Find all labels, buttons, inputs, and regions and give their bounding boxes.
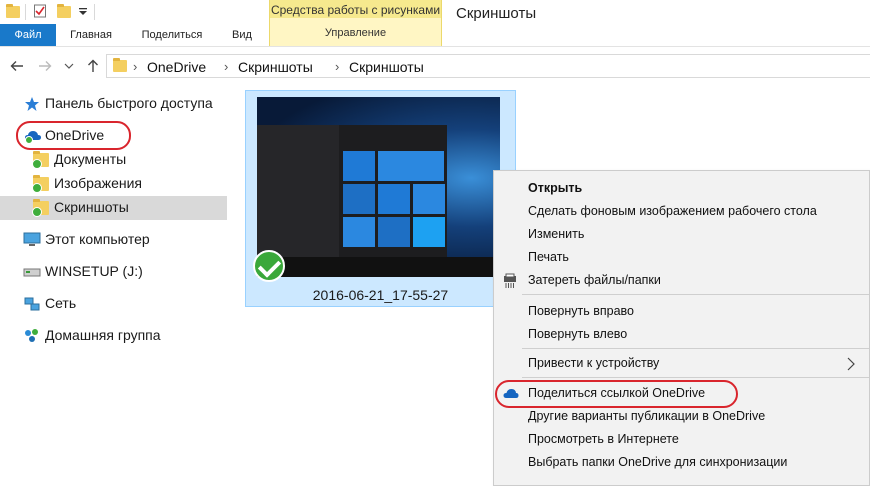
homegroup-icon xyxy=(25,329,38,342)
forward-arrow-icon[interactable] xyxy=(38,59,52,73)
nav-item-homegroup[interactable]: Домашняя группа xyxy=(0,324,230,348)
star-icon xyxy=(25,97,39,111)
breadcrumb-screenshots-1[interactable]: Скриншоты xyxy=(238,59,313,75)
tab-file[interactable]: Файл xyxy=(0,24,56,46)
drive-icon xyxy=(23,268,41,277)
nav-item-network[interactable]: Сеть xyxy=(0,292,230,316)
menu-item-view-online[interactable]: Просмотреть в Интернете xyxy=(494,428,869,451)
sync-check-icon xyxy=(32,159,42,169)
menu-item-set-wallpaper[interactable]: Сделать фоновым изображением рабочего ст… xyxy=(494,200,869,223)
nav-item-screenshots[interactable]: Скриншоты xyxy=(0,196,227,220)
menu-item-label: Печать xyxy=(528,250,569,264)
checklist-icon[interactable] xyxy=(33,4,47,18)
up-arrow-icon[interactable] xyxy=(86,59,100,73)
window-title: Скриншоты xyxy=(456,5,537,22)
nav-label: Документы xyxy=(54,151,127,167)
nav-label: Скриншоты xyxy=(54,199,129,215)
folder-icon xyxy=(32,175,49,193)
picture-tools-title: Средства работы с рисунками xyxy=(270,0,441,18)
menu-item-label: Другие варианты публикации в OneDrive xyxy=(528,409,766,423)
nav-label: Домашняя группа xyxy=(45,327,161,343)
nav-item-quick-access[interactable]: Панель быстрого доступа xyxy=(0,92,230,116)
nav-label: WINSETUP (J:) xyxy=(45,263,143,279)
highlight-oval-share-link xyxy=(495,380,738,408)
file-name: 2016-06-21_17-55-27 xyxy=(312,287,449,303)
address-bar[interactable]: › OneDrive › Скриншоты › Скриншоты xyxy=(106,54,870,78)
breadcrumb-screenshots-2[interactable]: Скриншоты xyxy=(349,59,424,75)
folder-icon[interactable] xyxy=(6,4,20,18)
menu-item-label: Открыть xyxy=(528,181,583,195)
expand-icon[interactable] xyxy=(64,62,74,70)
network-icon xyxy=(24,297,40,311)
nav-label: Панель быстрого доступа xyxy=(45,95,213,111)
nav-item-images[interactable]: Изображения xyxy=(0,172,230,196)
tab-home[interactable]: Главная xyxy=(62,24,120,46)
toolbar-divider xyxy=(25,4,26,20)
nav-item-documents[interactable]: Документы xyxy=(0,148,230,172)
menu-item-rotate-right[interactable]: Повернуть вправо xyxy=(494,300,869,323)
file-thumbnail xyxy=(257,97,500,277)
folder-icon xyxy=(113,58,127,72)
breadcrumb-separator: › xyxy=(133,59,138,74)
address-row: › OneDrive › Скриншоты › Скриншоты xyxy=(0,51,870,81)
menu-item-label: Выбрать папки OneDrive для синхронизации xyxy=(528,455,788,469)
shredder-icon xyxy=(504,273,516,288)
menu-item-label: Сделать фоновым изображением рабочего ст… xyxy=(528,204,817,218)
dropdown-icon[interactable] xyxy=(76,4,90,18)
menu-item-open[interactable]: Открыть xyxy=(494,177,869,200)
sync-status-check-icon xyxy=(253,250,285,282)
ribbon-divider xyxy=(0,46,870,47)
menu-separator xyxy=(522,294,869,295)
menu-item-label: Привести к устройству xyxy=(528,356,660,370)
new-folder-icon[interactable] xyxy=(57,4,71,18)
menu-item-shred[interactable]: Затереть файлы/папки xyxy=(494,269,869,292)
menu-item-label: Изменить xyxy=(528,227,585,241)
menu-separator xyxy=(522,377,869,378)
navigation-pane: Панель быстрого доступа OneDrive Докумен… xyxy=(0,86,230,486)
nav-item-winsetup[interactable]: WINSETUP (J:) xyxy=(0,260,230,284)
menu-item-print[interactable]: Печать xyxy=(494,246,869,269)
breadcrumb-separator: › xyxy=(224,59,229,74)
menu-item-choose-folders[interactable]: Выбрать папки OneDrive для синхронизации xyxy=(494,451,869,474)
menu-item-label: Повернуть влево xyxy=(528,327,628,341)
menu-separator xyxy=(522,348,869,349)
tab-view[interactable]: Вид xyxy=(224,24,260,46)
toolbar-divider xyxy=(94,4,95,20)
nav-label: Этот компьютер xyxy=(45,231,150,247)
menu-item-label: Повернуть вправо xyxy=(528,304,634,318)
computer-icon xyxy=(23,232,41,246)
breadcrumb-separator: › xyxy=(335,59,340,74)
sync-check-icon xyxy=(32,183,42,193)
chevron-right-icon xyxy=(847,357,855,371)
highlight-oval-onedrive xyxy=(16,121,131,150)
folder-icon xyxy=(32,199,49,217)
ribbon-tabs: Файл Главная Поделиться Вид xyxy=(0,24,870,46)
folder-icon xyxy=(32,151,49,169)
menu-item-label: Просмотреть в Интернете xyxy=(528,432,679,446)
nav-label: Изображения xyxy=(54,175,142,191)
menu-item-more-sharing[interactable]: Другие варианты публикации в OneDrive xyxy=(494,405,869,428)
back-arrow-icon[interactable] xyxy=(10,59,24,73)
file-item[interactable]: 2016-06-21_17-55-27 xyxy=(245,90,516,307)
sync-check-icon xyxy=(32,207,42,217)
explorer-window: Скриншоты Средства работы с рисунками Уп… xyxy=(0,0,870,486)
menu-item-edit[interactable]: Изменить xyxy=(494,223,869,246)
context-menu: Открыть Сделать фоновым изображением раб… xyxy=(493,170,870,486)
menu-item-cast-to-device[interactable]: Привести к устройству xyxy=(494,352,869,375)
nav-label: Сеть xyxy=(45,295,77,311)
tab-share[interactable]: Поделиться xyxy=(133,24,211,46)
menu-item-label: Затереть файлы/папки xyxy=(528,273,661,287)
menu-item-rotate-left[interactable]: Повернуть влево xyxy=(494,323,869,346)
nav-item-this-pc[interactable]: Этот компьютер xyxy=(0,228,230,252)
breadcrumb-onedrive[interactable]: OneDrive xyxy=(147,59,206,75)
